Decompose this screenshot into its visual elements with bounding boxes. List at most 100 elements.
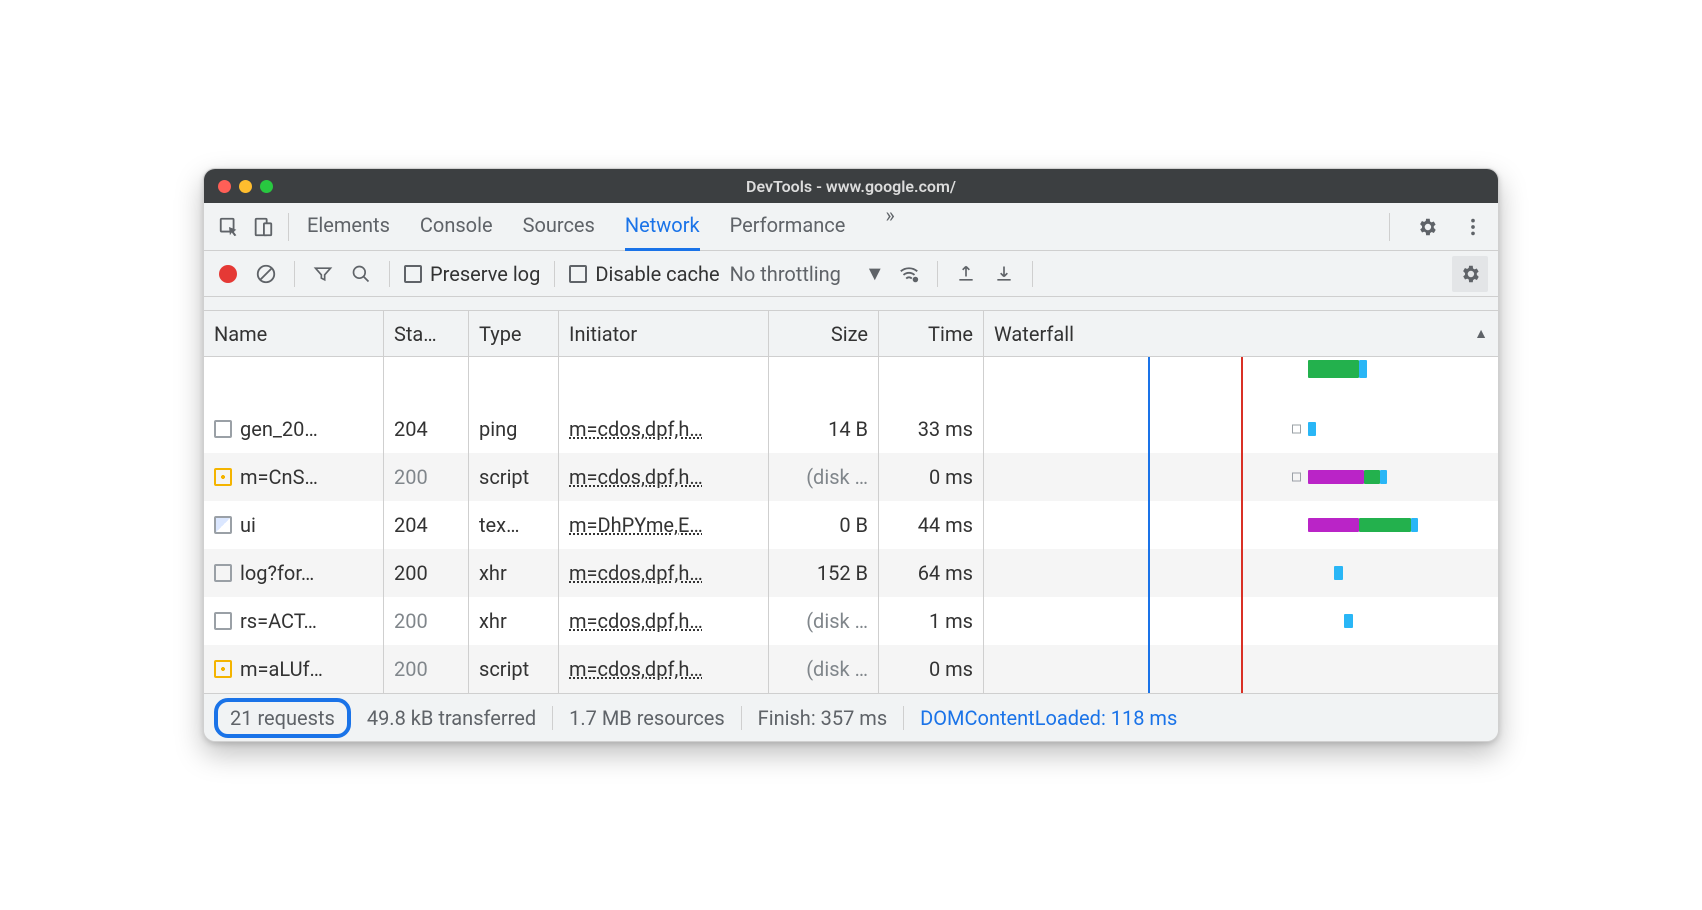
tab-sources[interactable]: Sources xyxy=(523,203,595,251)
throttling-select[interactable]: No throttling ▼ xyxy=(730,261,885,286)
request-size: (disk … xyxy=(769,645,879,693)
request-time: 44 ms xyxy=(879,501,984,549)
file-type-icon xyxy=(214,564,232,582)
clear-icon[interactable] xyxy=(252,260,280,288)
table-row[interactable]: m=aLUf… 200script m=cdos,dpf,h… (disk …0 ms xyxy=(204,645,1498,693)
checkbox-icon xyxy=(404,265,422,283)
network-toolbar: Preserve log Disable cache No throttling… xyxy=(204,251,1498,297)
request-type: script xyxy=(469,645,559,693)
request-status: 204 xyxy=(384,501,469,549)
waterfall-label: Waterfall xyxy=(994,322,1074,346)
col-header-initiator[interactable]: Initiator xyxy=(559,311,769,356)
import-har-icon[interactable] xyxy=(952,260,980,288)
col-header-waterfall[interactable]: Waterfall ▲ xyxy=(984,311,1498,356)
table-row[interactable]: gen_20…204pingm=cdos,dpf,h…14 B33 ms xyxy=(204,405,1498,453)
col-header-name[interactable]: Name xyxy=(204,311,384,356)
tab-console[interactable]: Console xyxy=(420,203,493,251)
separator xyxy=(1032,261,1033,287)
window-title: DevTools - www.google.com/ xyxy=(746,177,956,196)
request-initiator[interactable]: m=cdos,dpf,h… xyxy=(569,657,703,681)
request-status: 200 xyxy=(384,597,469,645)
request-status: 200 xyxy=(384,645,469,693)
table-spacer xyxy=(204,357,1498,405)
col-header-time[interactable]: Time xyxy=(879,311,984,356)
separator xyxy=(554,261,555,287)
waterfall-cell xyxy=(984,501,1498,549)
tab-elements[interactable]: Elements xyxy=(307,203,390,251)
separator xyxy=(389,261,390,287)
filter-icon[interactable] xyxy=(309,260,337,288)
tab-overflow-icon[interactable]: » xyxy=(875,203,904,251)
status-finish: Finish: 357 ms xyxy=(742,706,905,730)
file-type-icon xyxy=(214,612,232,630)
file-type-icon xyxy=(214,516,232,534)
separator xyxy=(937,261,938,287)
tab-network[interactable]: Network xyxy=(625,203,700,251)
export-har-icon[interactable] xyxy=(990,260,1018,288)
col-header-type[interactable]: Type xyxy=(469,311,559,356)
status-dcl: DOMContentLoaded: 118 ms xyxy=(904,706,1193,730)
request-type: xhr xyxy=(469,597,559,645)
col-header-status: Sta… xyxy=(384,311,469,356)
device-toolbar-icon[interactable] xyxy=(246,210,280,244)
traffic-lights xyxy=(218,180,273,193)
table-row[interactable]: m=CnS…200scriptm=cdos,dpf,h…(disk …0 ms xyxy=(204,453,1498,501)
filter-strip xyxy=(204,297,1498,311)
inspect-element-icon[interactable] xyxy=(212,210,246,244)
chevron-down-icon: ▼ xyxy=(865,261,885,286)
preserve-log-label: Preserve log xyxy=(430,262,540,286)
disable-cache-checkbox[interactable]: Disable cache xyxy=(569,262,719,286)
request-initiator[interactable]: m=DhPYme,E… xyxy=(569,513,703,537)
window-close-button[interactable] xyxy=(218,180,231,193)
request-initiator[interactable]: m=cdos,dpf,h… xyxy=(569,609,703,633)
record-button[interactable] xyxy=(214,260,242,288)
main-tabbar: Elements Console Sources Network Perform… xyxy=(204,203,1498,251)
table-row[interactable]: ui204tex…m=DhPYme,E…0 B44 ms xyxy=(204,501,1498,549)
request-type: xhr xyxy=(469,549,559,597)
col-header-size[interactable]: Size xyxy=(769,311,879,356)
waterfall-cell xyxy=(984,405,1498,453)
request-initiator[interactable]: m=cdos,dpf,h… xyxy=(569,465,703,489)
status-bar: 21 requests 49.8 kB transferred 1.7 MB r… xyxy=(204,693,1498,741)
request-type: script xyxy=(469,453,559,501)
status-transferred: 49.8 kB transferred xyxy=(351,706,553,730)
search-icon[interactable] xyxy=(347,260,375,288)
tab-performance[interactable]: Performance xyxy=(730,203,846,251)
request-status: 200 xyxy=(384,549,469,597)
more-menu-icon[interactable] xyxy=(1456,210,1490,244)
table-row[interactable]: rs=ACT…200xhrm=cdos,dpf,h…(disk …1 ms xyxy=(204,597,1498,645)
request-name: log?for… xyxy=(240,561,314,585)
file-type-icon xyxy=(214,420,232,438)
waterfall-cell xyxy=(984,645,1498,693)
status-resources: 1.7 MB resources xyxy=(553,706,742,730)
throttling-label: No throttling xyxy=(730,262,841,286)
request-type: tex… xyxy=(469,501,559,549)
separator xyxy=(288,213,289,241)
request-name: ui xyxy=(240,513,256,537)
network-settings-icon[interactable] xyxy=(1452,256,1488,292)
request-time: 1 ms xyxy=(879,597,984,645)
disable-cache-label: Disable cache xyxy=(595,262,719,286)
request-initiator[interactable]: m=cdos,dpf,h… xyxy=(569,561,703,585)
devtools-window: DevTools - www.google.com/ Elements Cons… xyxy=(203,168,1499,742)
separator xyxy=(1389,213,1390,241)
window-minimize-button[interactable] xyxy=(239,180,252,193)
table-header: Name Sta… Type Initiator Size Time Water… xyxy=(204,311,1498,357)
window-maximize-button[interactable] xyxy=(260,180,273,193)
request-initiator[interactable]: m=cdos,dpf,h… xyxy=(569,417,703,441)
request-status: 200 xyxy=(384,453,469,501)
request-time: 0 ms xyxy=(879,645,984,693)
network-conditions-icon[interactable] xyxy=(895,260,923,288)
waterfall-cell xyxy=(984,549,1498,597)
request-time: 64 ms xyxy=(879,549,984,597)
checkbox-icon xyxy=(569,265,587,283)
table-row[interactable]: log?for…200xhrm=cdos,dpf,h…152 B64 ms xyxy=(204,549,1498,597)
tab-list: Elements Console Sources Network Perform… xyxy=(307,203,1375,251)
separator xyxy=(294,261,295,287)
status-requests: 21 requests xyxy=(214,698,351,738)
waterfall-cell xyxy=(984,453,1498,501)
request-name: gen_20… xyxy=(240,417,318,441)
preserve-log-checkbox[interactable]: Preserve log xyxy=(404,262,540,286)
settings-gear-icon[interactable] xyxy=(1410,210,1444,244)
request-name: m=aLUf… xyxy=(240,657,323,681)
